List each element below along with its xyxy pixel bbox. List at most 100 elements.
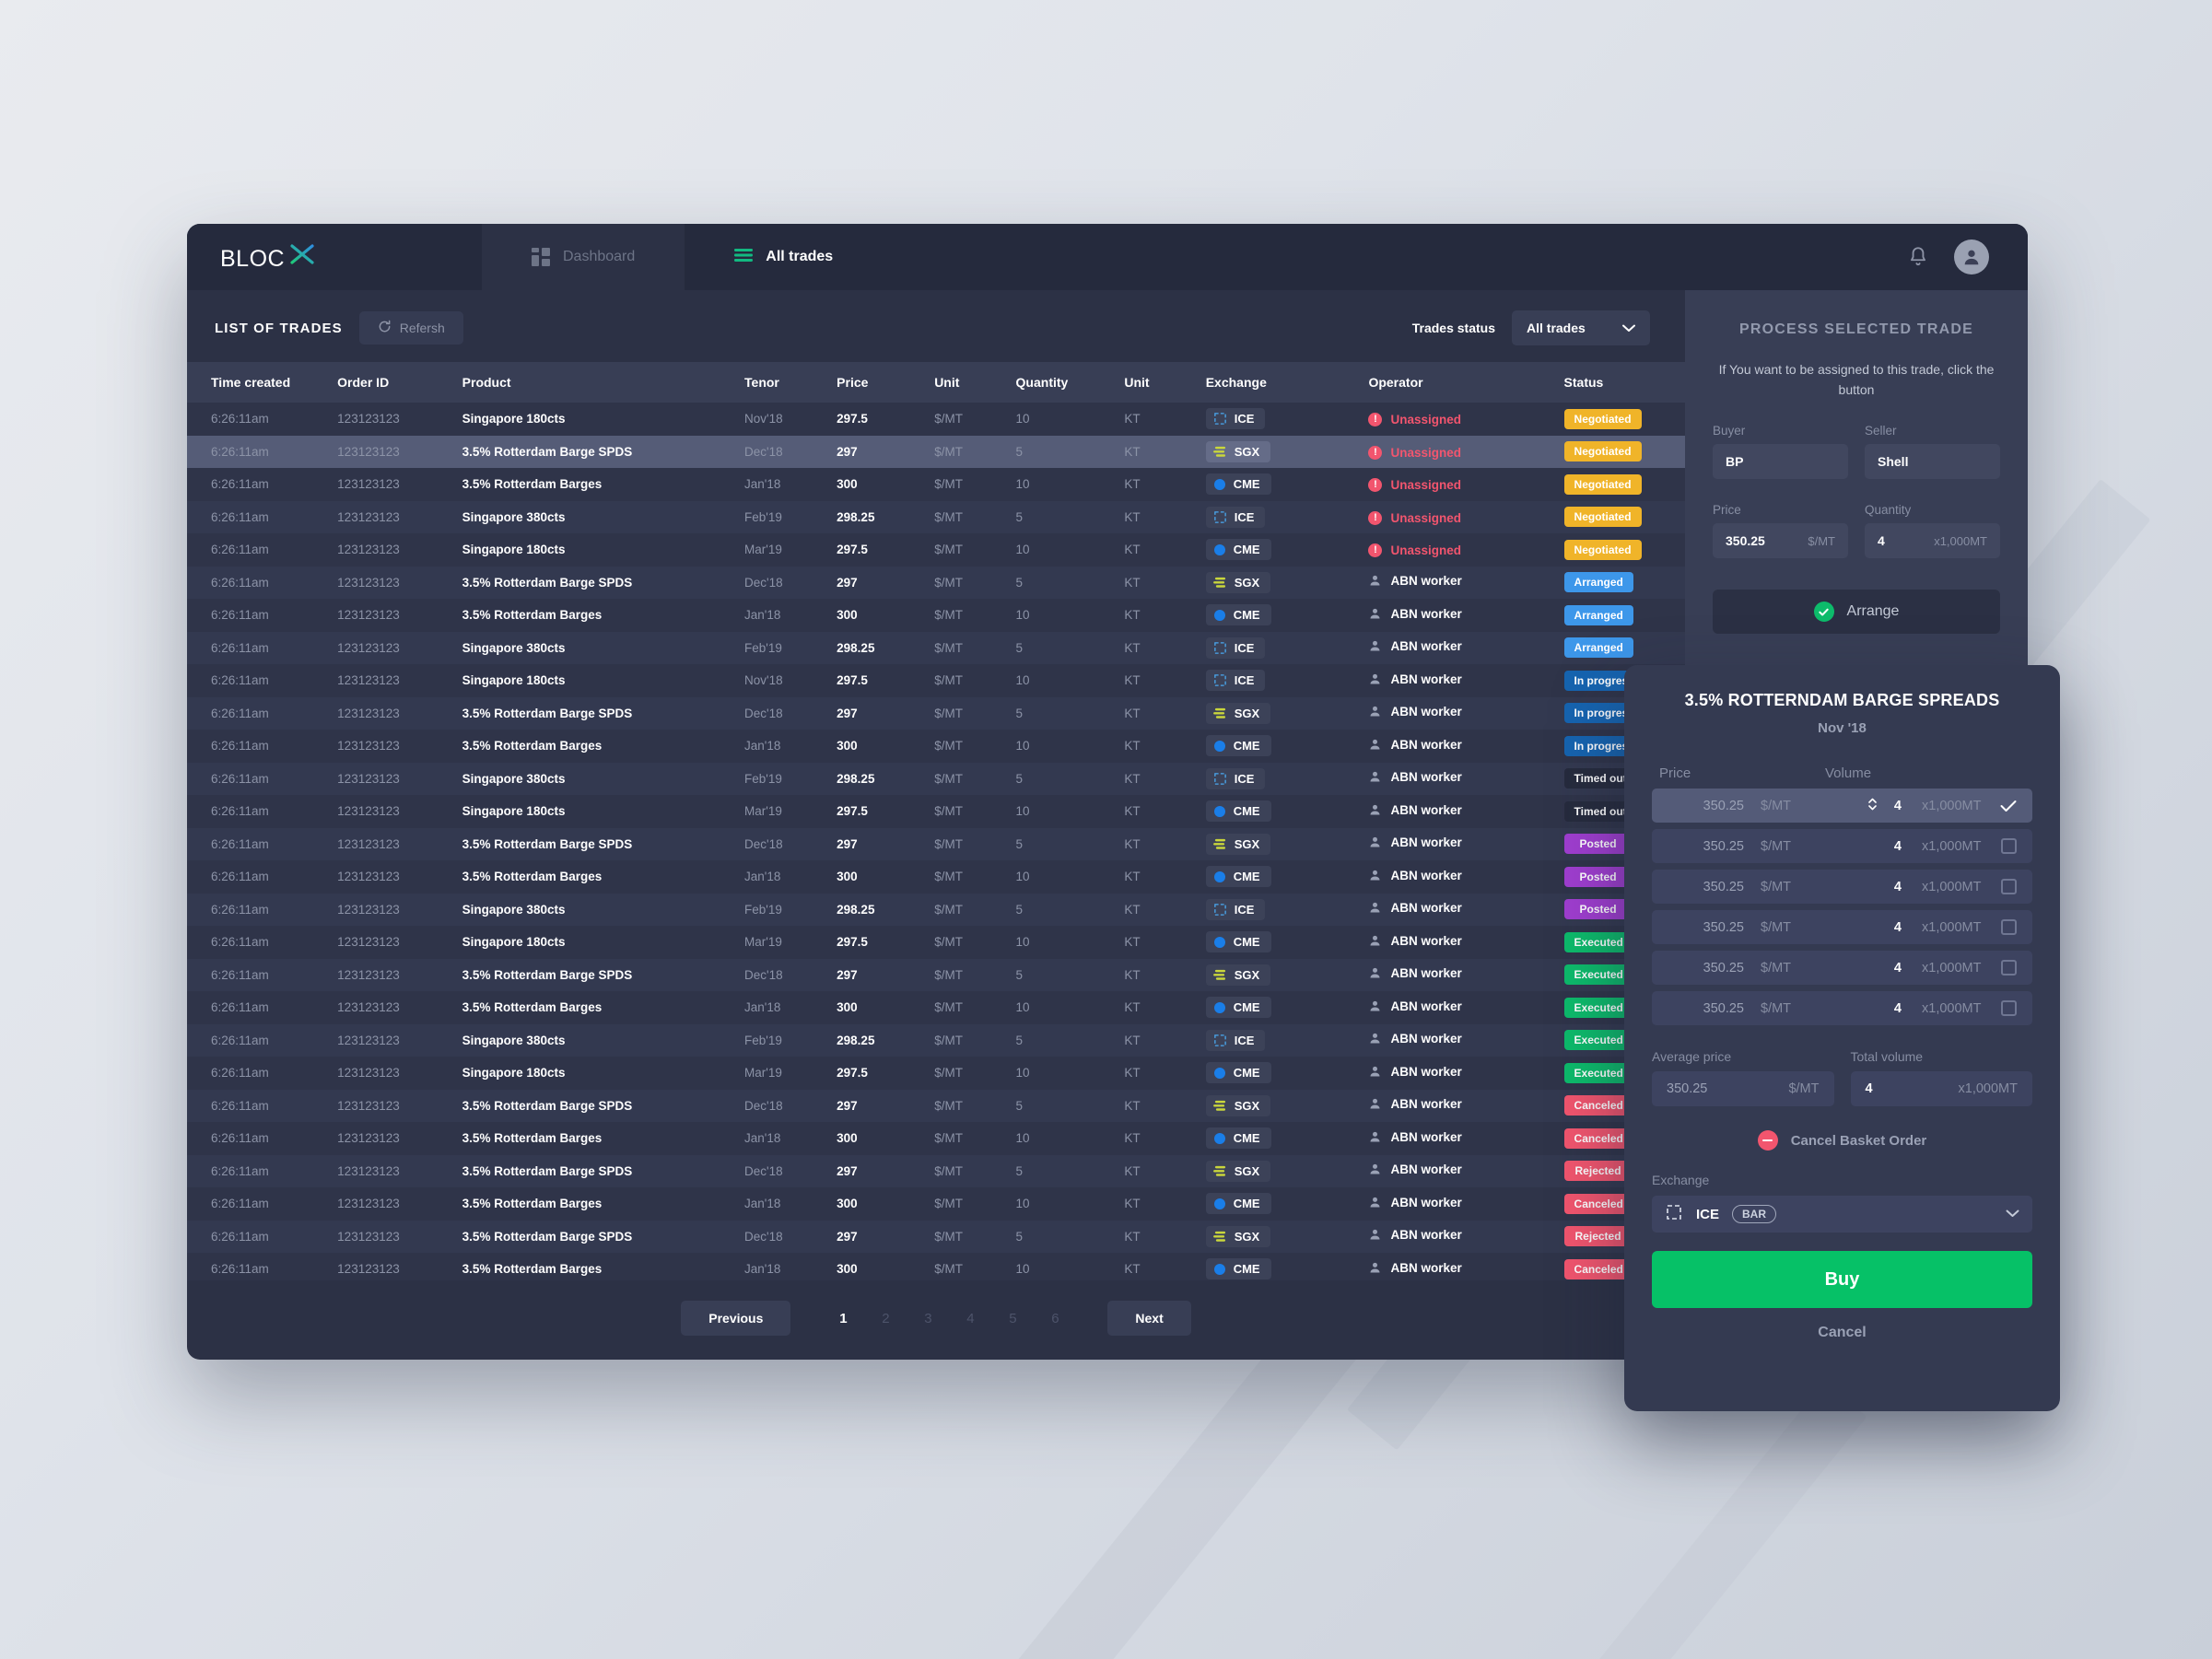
page-number-1[interactable]: 1 <box>822 1311 864 1326</box>
table-row[interactable]: 6:26:11am 123123123 Singapore 380cts Feb'19… <box>187 500 1685 534</box>
cell-order-id: 123123123 <box>337 836 400 851</box>
cell-tenor: Feb'19 <box>744 771 782 786</box>
cell-unit-qty: KT <box>1124 967 1141 982</box>
app-logo[interactable]: BLOC <box>187 224 482 290</box>
modal-cancel-button[interactable]: Cancel <box>1652 1325 2032 1341</box>
table-row[interactable]: 6:26:11am 123123123 3.5% Rotterdam Barge S… <box>187 1089 1685 1122</box>
next-page-button[interactable]: Next <box>1107 1301 1191 1336</box>
table-row[interactable]: 6:26:11am 123123123 3.5% Rotterdam Barges J… <box>187 860 1685 894</box>
page-number-3[interactable]: 3 <box>907 1311 949 1326</box>
order-checkbox[interactable] <box>1997 879 2019 894</box>
notification-bell-icon[interactable] <box>1906 245 1930 269</box>
cell-exchange: CME <box>1197 468 1360 501</box>
table-row[interactable]: 6:26:11am 123123123 Singapore 180cts Mar'19… <box>187 1057 1685 1090</box>
order-row[interactable]: 350.25 $/MT 4 x1,000MT <box>1652 789 2032 823</box>
order-checkbox[interactable] <box>1997 1000 2019 1016</box>
table-row[interactable]: 6:26:11am 123123123 3.5% Rotterdam Barge S… <box>187 1154 1685 1187</box>
table-row[interactable]: 6:26:11am 123123123 3.5% Rotterdam Barges J… <box>187 1187 1685 1221</box>
order-volume-stepper[interactable]: 4 <box>1885 1001 1902 1016</box>
modal-exchange-select[interactable]: ICE BAR <box>1652 1196 2032 1233</box>
order-checkbox[interactable] <box>1997 919 2019 935</box>
cell-unit-price: $/MT <box>934 575 963 590</box>
order-row[interactable]: 350.25 $/MT 4 x1,000MT <box>1652 951 2032 985</box>
cell-exchange: SGX <box>1197 567 1360 600</box>
order-volume-stepper[interactable]: 4 <box>1885 880 1902 894</box>
tab-dashboard[interactable]: Dashboard <box>482 224 685 290</box>
order-volume-stepper[interactable]: 4 <box>1867 797 1902 815</box>
page-number-6[interactable]: 6 <box>1034 1311 1076 1326</box>
order-currency: $/MT <box>1761 1000 1792 1016</box>
cell-product: 3.5% Rotterdam Barge SPDS <box>462 1229 633 1244</box>
order-row[interactable]: 350.25 $/MT 4 x1,000MT <box>1652 829 2032 863</box>
cell-time-created: 6:26:11am <box>211 1163 269 1178</box>
cell-price: 300 <box>837 1131 858 1146</box>
stepper-icon[interactable] <box>1867 797 1878 815</box>
cell-exchange: ICE <box>1197 1024 1360 1057</box>
order-volume-stepper[interactable]: 4 <box>1885 920 1902 935</box>
price-input[interactable]: 350.25 $/MT <box>1713 523 1848 559</box>
exchange-badge-sgx: SGX <box>1205 833 1271 855</box>
cell-operator: ! Unassigned <box>1359 501 1554 534</box>
table-row[interactable]: 6:26:11am 123123123 3.5% Rotterdam Barges J… <box>187 991 1685 1024</box>
seller-input[interactable]: Shell <box>1865 444 2000 480</box>
cell-quantity: 10 <box>1015 673 1030 688</box>
buyer-input[interactable]: BP <box>1713 444 1848 480</box>
table-row[interactable]: 6:26:11am 123123123 3.5% Rotterdam Barge S… <box>187 435 1685 468</box>
arrange-button[interactable]: Arrange <box>1713 590 2000 635</box>
table-row[interactable]: 6:26:11am 123123123 Singapore 380cts Feb'19… <box>187 1023 1685 1057</box>
order-checkbox[interactable] <box>1997 838 2019 854</box>
cell-product: Singapore 180cts <box>462 412 566 426</box>
cell-unit-qty: KT <box>1124 1066 1141 1081</box>
table-row[interactable]: 6:26:11am 123123123 Singapore 380cts Feb'19… <box>187 893 1685 926</box>
cell-exchange: ICE <box>1197 763 1360 796</box>
page-number-2[interactable]: 2 <box>864 1311 907 1326</box>
table-row[interactable]: 6:26:11am 123123123 3.5% Rotterdam Barges J… <box>187 599 1685 632</box>
cell-quantity: 5 <box>1015 1033 1024 1047</box>
cell-tenor: Dec'18 <box>744 1098 783 1113</box>
trades-status-select[interactable]: All trades <box>1512 310 1650 345</box>
order-row[interactable]: 350.25 $/MT 4 x1,000MT <box>1652 910 2032 944</box>
operator-value: ABN worker <box>1368 803 1462 817</box>
buy-button[interactable]: Buy <box>1652 1251 2032 1308</box>
order-checkbox[interactable] <box>1997 800 2019 812</box>
table-row[interactable]: 6:26:11am 123123123 Singapore 180cts Mar'19… <box>187 926 1685 959</box>
table-row[interactable]: 6:26:11am 123123123 3.5% Rotterdam Barge S… <box>187 827 1685 860</box>
table-row[interactable]: 6:26:11am 123123123 3.5% Rotterdam Barges J… <box>187 1253 1685 1280</box>
order-volume-stepper[interactable]: 4 <box>1885 839 1902 854</box>
table-row[interactable]: 6:26:11am 123123123 3.5% Rotterdam Barges J… <box>187 468 1685 501</box>
cell-order-id: 123123123 <box>337 935 400 950</box>
table-row[interactable]: 6:26:11am 123123123 Singapore 180cts Mar'19… <box>187 533 1685 567</box>
page-number-5[interactable]: 5 <box>991 1311 1034 1326</box>
order-volume-stepper[interactable]: 4 <box>1885 961 1902 976</box>
table-row[interactable]: 6:26:11am 123123123 Singapore 180cts Nov'18… <box>187 403 1685 436</box>
table-row[interactable]: 6:26:11am 123123123 Singapore 380cts Feb'19… <box>187 631 1685 664</box>
table-row[interactable]: 6:26:11am 123123123 Singapore 180cts Nov'18… <box>187 664 1685 697</box>
exchange-badge-ice: ICE <box>1205 1029 1266 1051</box>
table-row[interactable]: 6:26:11am 123123123 3.5% Rotterdam Barge S… <box>187 1220 1685 1253</box>
trades-table-container[interactable]: Time created Order ID Product Tenor Pric… <box>187 362 1685 1280</box>
cancel-basket-order-button[interactable]: Cancel Basket Order <box>1652 1130 2032 1151</box>
user-avatar[interactable] <box>1954 240 1989 275</box>
table-row[interactable]: 6:26:11am 123123123 3.5% Rotterdam Barges J… <box>187 1122 1685 1155</box>
cell-tenor: Jan'18 <box>744 1197 781 1211</box>
order-checkbox[interactable] <box>1997 960 2019 976</box>
table-row[interactable]: 6:26:11am 123123123 3.5% Rotterdam Barge S… <box>187 696 1685 730</box>
quantity-input[interactable]: 4 x1,000MT <box>1865 523 2000 559</box>
price-unit: $/MT <box>1808 533 1835 548</box>
order-currency: $/MT <box>1761 838 1792 854</box>
page-number-4[interactable]: 4 <box>949 1311 991 1326</box>
table-row[interactable]: 6:26:11am 123123123 3.5% Rotterdam Barge S… <box>187 958 1685 991</box>
table-row[interactable]: 6:26:11am 123123123 Singapore 180cts Mar'19… <box>187 795 1685 828</box>
table-row[interactable]: 6:26:11am 123123123 Singapore 380cts Feb'19… <box>187 762 1685 796</box>
order-row[interactable]: 350.25 $/MT 4 x1,000MT <box>1652 870 2032 904</box>
table-row[interactable]: 6:26:11am 123123123 3.5% Rotterdam Barge S… <box>187 566 1685 600</box>
quantity-value: 4 <box>1878 533 1885 549</box>
col-time-created: Time created <box>187 362 329 403</box>
previous-page-button[interactable]: Previous <box>681 1301 791 1336</box>
cell-tenor: Jan'18 <box>744 1131 781 1146</box>
refresh-button[interactable]: Refersh <box>358 311 463 345</box>
tab-all-trades[interactable]: All trades <box>685 224 884 290</box>
cell-price: 297.5 <box>837 543 868 557</box>
order-row[interactable]: 350.25 $/MT 4 x1,000MT <box>1652 991 2032 1025</box>
table-row[interactable]: 6:26:11am 123123123 3.5% Rotterdam Barges J… <box>187 730 1685 763</box>
